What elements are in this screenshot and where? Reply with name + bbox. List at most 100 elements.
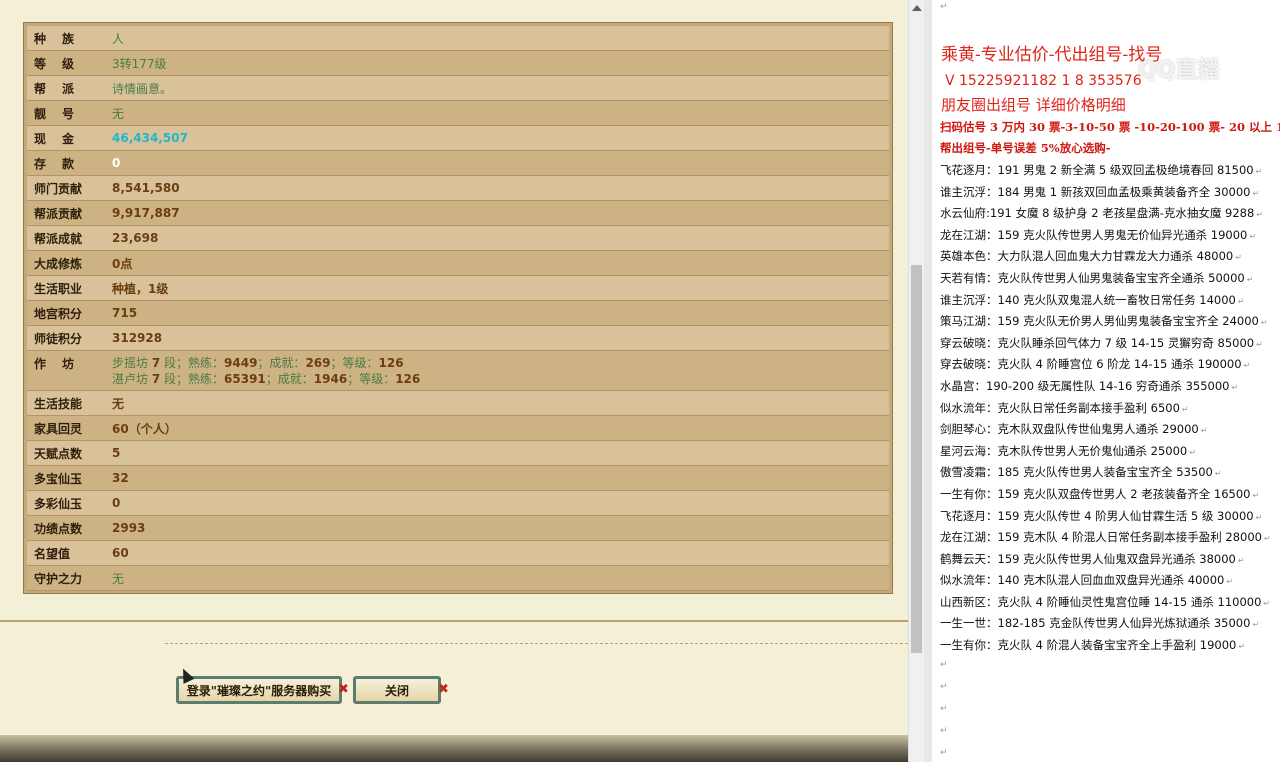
- info-row-label: 守护之力: [34, 571, 83, 586]
- buy-on-server-button[interactable]: 登录"璀璨之约"服务器购买: [176, 676, 342, 704]
- scroll-up-arrow-icon[interactable]: [912, 5, 922, 11]
- workshop-t1: 段；熟练：: [160, 356, 225, 370]
- paragraph-mark-icon: ↵: [1235, 253, 1242, 263]
- info-row: 现金 46,434,507: [27, 126, 889, 151]
- listing-item: 飞花逐月：191 男鬼 2 新全满 5 级双回孟极绝境春回 81500 ↵: [940, 160, 1280, 182]
- listing-text: 穿去破晓：克火队 4 阶睡宫位 6 阶龙 14-15 通杀 190000: [940, 357, 1242, 372]
- listing-item: 剑胆琴心：克木队双盘队传世仙鬼男人通杀 29000 ↵: [940, 419, 1280, 441]
- close-x-icon[interactable]: ✖: [338, 682, 349, 697]
- paragraph-mark-icon: ↵: [1249, 231, 1257, 241]
- info-row-value: 60: [112, 546, 129, 560]
- listing-text: 山西新区：克火队 4 阶睡仙灵性鬼宫位睡 14-15 通杀 110000: [940, 594, 1262, 609]
- listing-item: 一生有你：克火队 4 阶混人装备宝宝齐全上手盈利 19000 ↵: [940, 635, 1280, 657]
- scrollbar-thumb[interactable]: [911, 265, 922, 653]
- info-row: 种族 人: [27, 26, 889, 51]
- close-x-icon[interactable]: ✖: [438, 682, 449, 697]
- info-row-value: 312928: [112, 331, 163, 345]
- paragraph-mark-icon: ↵: [1214, 469, 1222, 479]
- listing-text: 谁主沉浮：184 男鬼 1 新孩双回血孟极乘黄装备齐全 30000: [940, 184, 1251, 199]
- info-row: 师徒积分 312928: [27, 326, 889, 351]
- doc-title: 乘黄-专业估价-代出组号-找号: [941, 45, 1163, 65]
- info-row: 家具回灵 60（个人）: [27, 416, 889, 441]
- close-button[interactable]: 关闭: [353, 676, 441, 704]
- info-row: 天赋点数 5: [27, 441, 889, 466]
- info-row-value: 23,698: [112, 231, 159, 245]
- info-row-value: 9,917,887: [112, 206, 180, 220]
- info-row: 功绩点数 2993: [27, 516, 889, 541]
- listing-item: 山西新区：克火队 4 阶睡仙灵性鬼宫位睡 14-15 通杀 110000 ↵: [940, 592, 1280, 614]
- listing-text: 龙在江湖：159 克木队 4 阶混人日常任务副本接手盈利 28000: [940, 530, 1262, 545]
- info-row: 多宝仙玉 32: [27, 466, 889, 491]
- paragraph-mark-icon: ↵: [940, 748, 948, 758]
- info-row-value: 60（个人）: [112, 421, 177, 436]
- info-row-label: 现金: [34, 131, 91, 146]
- workshop-line: 步摇坊 7 段；熟练：9449；成就：269；等级：126: [112, 355, 420, 371]
- info-row-label: 多彩仙玉: [34, 496, 83, 511]
- workshop-tier: 7: [151, 356, 161, 370]
- listing-item: 谁主沉浮：184 男鬼 1 新孩双回血孟极乘黄装备齐全 30000 ↵: [940, 182, 1280, 204]
- listing-text: 一生一世：182-185 克金队传世男人仙异光炼狱通杀 35000: [940, 616, 1251, 631]
- info-row: 等级 3转177级: [27, 51, 889, 76]
- listing-text: 策马江湖：159 克火队无价男人男仙男鬼装备宝宝齐全 24000: [940, 314, 1259, 329]
- info-row-value: 2993: [112, 521, 146, 535]
- document-pane: ↵ 乘黄-专业估价-代出组号-找号 V 15225921182 1 8 3535…: [932, 0, 1280, 762]
- info-row: 地宫积分 715: [27, 301, 889, 326]
- info-row-value: 715: [112, 306, 138, 320]
- workshop-ach: 269: [305, 356, 331, 370]
- info-row-value: 46,434,507: [112, 131, 188, 145]
- info-row-label: 靓号: [34, 106, 91, 121]
- listing-item: 谁主沉浮：140 克火队双鬼混人统一畜牧日常任务 14000 ↵: [940, 290, 1280, 312]
- vertical-scrollbar[interactable]: [908, 0, 924, 762]
- paragraph-mark-icon: ↵: [1237, 555, 1245, 565]
- paragraph-mark-icon: ↵: [1255, 167, 1263, 176]
- listing-text: 似水流年：克火队日常任务副本接手盈利 6500: [940, 400, 1180, 415]
- info-row-label: 天赋点数: [34, 446, 83, 461]
- listing-item: 英雄本色：大力队混人回血鬼大力甘霖龙大力通杀 48000 ↵: [940, 246, 1280, 268]
- listing-item: 穿云破晓：克火队睡杀回气体力 7 级 14-15 灵獬穷奇 85000 ↵: [940, 333, 1280, 355]
- workshop-tier: 7: [151, 372, 161, 386]
- workshop-lvl: 126: [378, 356, 404, 370]
- listing-text: 穿云破晓：克火队睡杀回气体力 7 级 14-15 灵獬穷奇 85000: [940, 335, 1255, 350]
- info-row: 帮派 诗情画意。: [27, 76, 889, 101]
- game-window: 种族人等级 3转177级 帮派 诗情画意。 靓号无现金 46,434,507 存款 0 师门贡献…: [0, 0, 908, 762]
- window-footer-strip: [0, 735, 908, 762]
- listing-item: 星河云海：克木队传世男人无价鬼仙通杀 25000 ↵: [940, 441, 1280, 463]
- paragraph-mark-icon: ↵: [1189, 447, 1196, 457]
- paragraph-mark-icon: ↵: [1255, 512, 1263, 522]
- listing-text: 天若有情：克火队传世男人仙男鬼装备宝宝齐全通杀 50000: [940, 270, 1245, 285]
- listing-item: 似水流年：140 克木队混人回血血双盘异光通杀 40000 ↵: [940, 570, 1280, 592]
- info-row-label: 种族: [34, 31, 91, 46]
- workshop-line: 湛卢坊 7 段；熟练：65391；成就：1946；等级：126: [112, 371, 420, 387]
- info-row-value: 0: [112, 156, 121, 170]
- buy-button-label: 登录"璀璨之约"服务器购买: [186, 683, 332, 698]
- info-row-label: 存款: [34, 156, 91, 171]
- paragraph-mark-icon: ↵: [1256, 210, 1264, 220]
- info-row-label: 大成修炼: [34, 256, 83, 271]
- listing-text: 水晶宫：190-200 级无属性队 14-16 穷奇通杀 355000: [940, 378, 1230, 393]
- listing-item: 龙在江湖：159 克火队传世男人男鬼无价仙异光通杀 19000 ↵: [940, 225, 1280, 247]
- workshop-t3: ；等级：: [347, 372, 396, 386]
- listing-item: 一生有你：159 克火队双盘传世男人 2 老孩装备齐全 16500 ↵: [940, 484, 1280, 506]
- listing-item: 傲雪凌霜：185 克火队传世男人装备宝宝齐全 53500 ↵: [940, 462, 1280, 484]
- listing-text: 一生有你：159 克火队双盘传世男人 2 老孩装备齐全 16500: [940, 486, 1251, 501]
- paragraph-mark-icon: ↵: [1256, 339, 1263, 349]
- listing-item: 鹤舞云天：159 克火队传世男人仙鬼双盘异光通杀 38000 ↵: [940, 549, 1280, 571]
- info-row-value: 5: [112, 446, 121, 460]
- info-row-value: 人: [112, 31, 125, 46]
- workshop-prefix: 湛卢坊: [112, 372, 152, 386]
- info-row-value: 诗情画意。: [112, 81, 173, 96]
- listing-item: 飞花逐月：159 克火队传世 4 阶男人仙甘霖生活 5 级 30000 ↵: [940, 506, 1280, 528]
- listing-text: 飞花逐月：191 男鬼 2 新全满 5 级双回孟极绝境春回 81500: [940, 163, 1254, 177]
- listing-item: 水云仙府:191 女魔 8 级护身 2 老孩星盘满-克水抽女魔 9288 ↵: [940, 203, 1280, 225]
- info-row-value: 0: [112, 496, 121, 510]
- doc-moments-line: 朋友圈出组号 详细价格明细: [941, 96, 1126, 114]
- paragraph-mark-icon: ↵: [1260, 318, 1268, 328]
- doc-contact: V 15225921182 1 8 353576: [945, 73, 1142, 89]
- doc-service-line: 帮出组号-单号误差 5%放心选购-: [940, 141, 1111, 155]
- info-row: 帮派成就 23,698: [27, 226, 889, 251]
- info-row: 师门贡献 8,541,580: [27, 176, 889, 201]
- info-row-value: 3转177级: [112, 56, 167, 71]
- listing-text: 谁主沉浮：140 克火队双鬼混人统一畜牧日常任务 14000: [940, 292, 1236, 307]
- info-row: 存款 0: [27, 151, 889, 176]
- listing-item: 穿去破晓：克火队 4 阶睡宫位 6 阶龙 14-15 通杀 190000 ↵: [940, 354, 1280, 376]
